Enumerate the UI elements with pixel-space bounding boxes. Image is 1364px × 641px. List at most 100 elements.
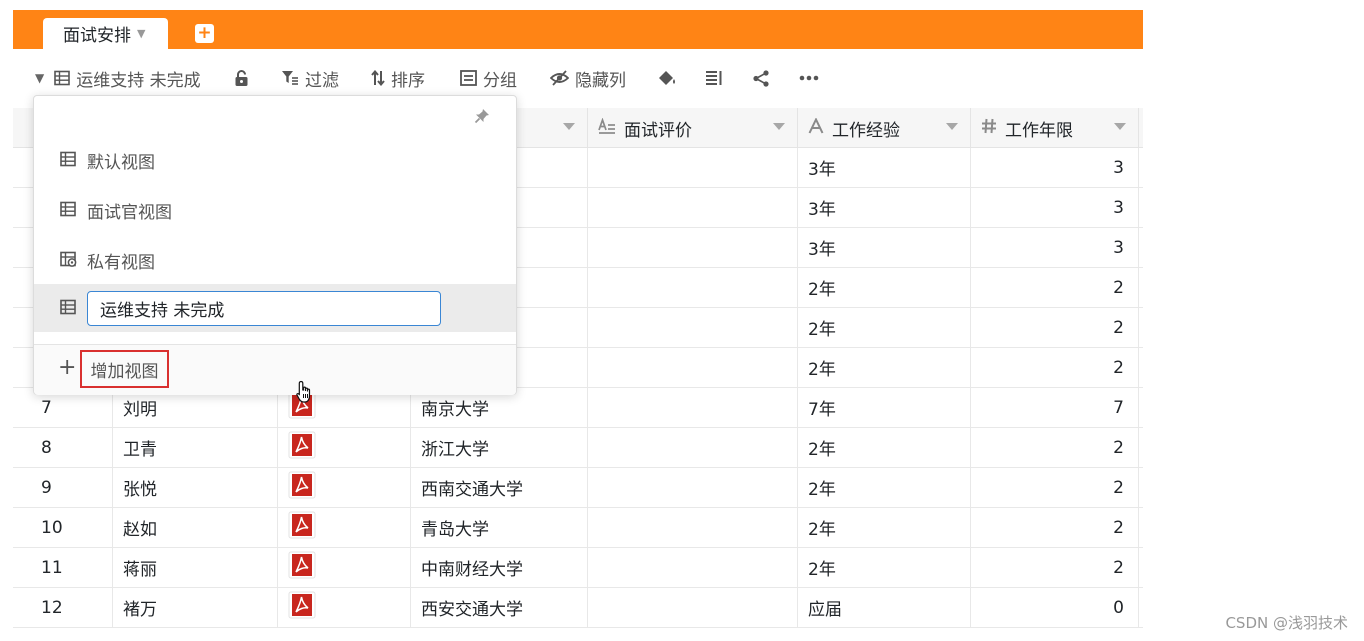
review-cell[interactable] (588, 148, 798, 187)
tab-interview-schedule[interactable]: 面试安排 ▼ (43, 18, 168, 49)
school-cell[interactable]: 中南财经大学 (411, 548, 588, 587)
header-interview-review[interactable]: 面试评价 (588, 108, 798, 148)
experience-cell[interactable]: 2年 (798, 348, 971, 387)
view-item-default[interactable]: 默认视图 (34, 136, 516, 184)
experience-cell-text: 2年 (808, 280, 836, 300)
review-cell[interactable] (588, 468, 798, 507)
review-cell[interactable] (588, 308, 798, 347)
name-cell[interactable]: 蒋丽 (113, 548, 278, 587)
review-cell[interactable] (588, 228, 798, 267)
years-cell[interactable]: 2 (971, 428, 1139, 467)
column-menu-icon[interactable] (563, 123, 575, 130)
school-cell[interactable]: 西南交通大学 (411, 468, 588, 507)
experience-cell[interactable]: 应届 (798, 588, 971, 627)
years-cell[interactable]: 2 (971, 468, 1139, 507)
years-cell[interactable]: 2 (971, 348, 1139, 387)
table-row[interactable]: 10 赵如 青岛大学 2年 2 (13, 508, 1143, 548)
row-number[interactable]: 9 (13, 468, 113, 507)
table-row[interactable]: 8 卫青 浙江大学 2年 2 (13, 428, 1143, 468)
row-number[interactable]: 8 (13, 428, 113, 467)
years-cell[interactable]: 3 (971, 148, 1139, 187)
attachment-cell[interactable] (278, 548, 411, 587)
more-icon[interactable] (799, 56, 819, 100)
years-cell-text: 3 (1113, 237, 1124, 258)
name-cell[interactable]: 赵如 (113, 508, 278, 547)
review-cell[interactable] (588, 428, 798, 467)
group-button[interactable]: 分组 (460, 56, 517, 100)
table-row[interactable]: 11 蒋丽 中南财经大学 2年 2 (13, 548, 1143, 588)
experience-cell-text: 3年 (808, 240, 836, 260)
table-row[interactable]: 12 褚万 西安交通大学 应届 0 (13, 588, 1143, 628)
column-menu-icon[interactable] (946, 123, 958, 130)
experience-cell[interactable]: 3年 (798, 188, 971, 227)
attachment-cell[interactable] (278, 588, 411, 627)
experience-cell[interactable]: 3年 (798, 148, 971, 187)
experience-cell[interactable]: 2年 (798, 308, 971, 347)
years-cell[interactable]: 3 (971, 188, 1139, 227)
filter-button[interactable]: 过滤 (281, 56, 339, 100)
review-cell[interactable] (588, 188, 798, 227)
review-cell[interactable] (588, 388, 798, 427)
view-item-editing[interactable] (34, 284, 516, 332)
sort-button[interactable]: 排序 (371, 56, 425, 100)
row-number[interactable]: 12 (13, 588, 113, 627)
years-cell[interactable]: 2 (971, 308, 1139, 347)
years-cell[interactable]: 2 (971, 548, 1139, 587)
review-cell[interactable] (588, 588, 798, 627)
review-cell[interactable] (588, 348, 798, 387)
attachment-cell[interactable] (278, 508, 411, 547)
years-cell[interactable]: 2 (971, 268, 1139, 307)
view-item-interviewer[interactable]: 面试官视图 (34, 186, 516, 234)
name-cell[interactable]: 卫青 (113, 428, 278, 467)
caret-down-icon[interactable]: ▼ (35, 71, 44, 85)
years-cell[interactable]: 2 (971, 508, 1139, 547)
years-cell[interactable]: 0 (971, 588, 1139, 627)
experience-cell[interactable]: 3年 (798, 228, 971, 267)
years-cell[interactable]: 3 (971, 228, 1139, 267)
experience-cell[interactable]: 2年 (798, 428, 971, 467)
experience-cell[interactable]: 2年 (798, 508, 971, 547)
column-menu-icon[interactable] (1114, 123, 1126, 130)
column-menu-icon[interactable] (773, 123, 785, 130)
paint-bucket-icon[interactable] (657, 56, 677, 100)
header-work-experience[interactable]: 工作经验 (798, 108, 971, 148)
school-cell[interactable]: 西安交通大学 (411, 588, 588, 627)
view-item-private[interactable]: 私有视图 (34, 236, 516, 284)
tab-dropdown-icon[interactable]: ▼ (137, 27, 145, 40)
long-text-icon (598, 116, 616, 139)
view-switcher[interactable]: ▼ 运维支持 未完成 (35, 56, 201, 100)
experience-cell[interactable]: 2年 (798, 468, 971, 507)
add-view-button[interactable]: 增加视图 (80, 350, 169, 388)
pdf-file-icon[interactable] (288, 591, 316, 624)
review-cell[interactable] (588, 508, 798, 547)
experience-cell[interactable]: 7年 (798, 388, 971, 427)
pdf-file-icon[interactable] (288, 551, 316, 584)
row-number[interactable]: 11 (13, 548, 113, 587)
attachment-cell[interactable] (278, 468, 411, 507)
row-number[interactable]: 10 (13, 508, 113, 547)
school-cell[interactable]: 浙江大学 (411, 428, 588, 467)
years-cell[interactable]: 7 (971, 388, 1139, 427)
attachment-cell[interactable] (278, 428, 411, 467)
review-cell[interactable] (588, 548, 798, 587)
row-height-icon[interactable] (705, 56, 723, 100)
view-rename-input[interactable] (87, 291, 441, 326)
pin-icon[interactable] (474, 108, 490, 128)
name-cell[interactable]: 张悦 (113, 468, 278, 507)
header-work-years[interactable]: 工作年限 (971, 108, 1139, 148)
add-table-button[interactable]: + (195, 24, 214, 43)
experience-cell[interactable]: 2年 (798, 548, 971, 587)
share-icon[interactable] (752, 56, 770, 100)
review-cell[interactable] (588, 268, 798, 307)
pdf-file-icon[interactable] (288, 431, 316, 464)
hide-columns-button[interactable]: 隐藏列 (550, 56, 626, 100)
name-cell[interactable]: 褚万 (113, 588, 278, 627)
experience-cell-text: 3年 (808, 200, 836, 220)
experience-cell[interactable]: 2年 (798, 268, 971, 307)
plus-icon[interactable]: + (58, 357, 76, 379)
school-cell[interactable]: 青岛大学 (411, 508, 588, 547)
lock-icon[interactable] (234, 56, 249, 100)
table-row[interactable]: 9 张悦 西南交通大学 2年 2 (13, 468, 1143, 508)
pdf-file-icon[interactable] (288, 511, 316, 544)
pdf-file-icon[interactable] (288, 471, 316, 504)
